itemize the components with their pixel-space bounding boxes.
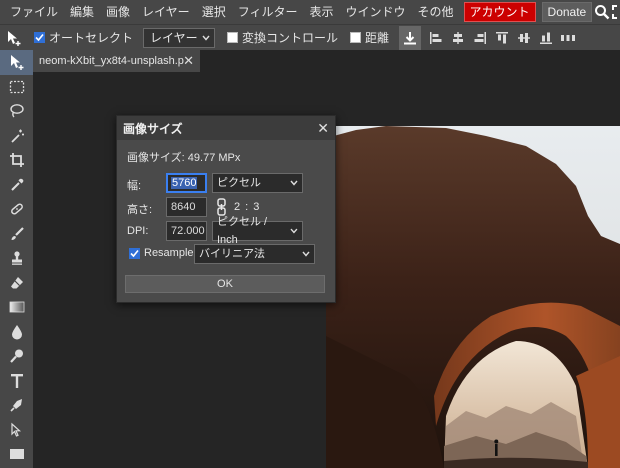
width-unit-select[interactable]: ピクセル — [212, 173, 303, 193]
auto-select-target-value: レイヤー — [150, 31, 198, 45]
menu-view[interactable]: 表示 — [303, 0, 339, 24]
align-center-h-icon[interactable] — [447, 26, 469, 50]
canvas-image[interactable] — [326, 126, 620, 468]
dpi-label: DPI: — [127, 225, 149, 237]
tools-panel — [0, 50, 33, 468]
width-input-value: 5760 — [171, 177, 198, 189]
close-tab-icon[interactable]: ✕ — [183, 53, 194, 69]
dialog-close-icon[interactable]: ✕ — [317, 120, 329, 137]
options-bar: オートセレクト レイヤー 変換コントロール 距離 — [0, 24, 620, 50]
menu-edit[interactable]: 編集 — [64, 0, 100, 24]
document-tab-title: neom-kXbit_yx8t4-unsplash.p — [39, 55, 184, 67]
align-middle-v-icon[interactable] — [513, 26, 535, 50]
lasso-tool-icon[interactable] — [0, 99, 33, 124]
dpi-input[interactable]: 72.000 — [166, 221, 207, 241]
chevron-down-icon — [290, 180, 298, 186]
menubar: ファイル 編集 画像 レイヤー 選択 フィルター 表示 ウインドウ その他 アカ… — [0, 0, 620, 24]
blur-tool-icon[interactable] — [0, 320, 33, 345]
menu-select[interactable]: 選択 — [196, 0, 232, 24]
menu-layer[interactable]: レイヤー — [136, 0, 196, 24]
text-tool-icon[interactable] — [0, 369, 33, 394]
distance-label: 距離 — [365, 31, 390, 45]
width-label: 幅: — [127, 180, 142, 192]
ok-button[interactable]: OK — [125, 275, 325, 293]
aspect-ratio: 2 : 3 — [234, 201, 261, 213]
account-button[interactable]: アカウント — [463, 2, 536, 22]
eraser-tool-icon[interactable] — [0, 271, 33, 296]
chevron-down-icon — [290, 228, 298, 234]
marquee-tool-icon[interactable] — [0, 75, 33, 100]
transform-controls-check[interactable] — [227, 32, 239, 43]
align-right-icon[interactable] — [469, 26, 491, 50]
auto-select-checkbox[interactable]: オートセレクト — [34, 29, 133, 46]
dpi-input-value: 72.000 — [171, 225, 205, 237]
distance-checkbox[interactable]: 距離 — [350, 29, 389, 46]
resample-method-value: バイリニア法 — [199, 248, 265, 260]
rectangle-tool-icon[interactable] — [0, 442, 33, 467]
menu-more[interactable]: その他 — [412, 0, 460, 24]
move-tool-icon[interactable] — [0, 50, 33, 75]
auto-select-target-select[interactable]: レイヤー — [143, 27, 216, 48]
height-label: 高さ: — [127, 204, 153, 216]
dialog-title: 画像サイズ — [117, 116, 335, 140]
dodge-tool-icon[interactable] — [0, 344, 33, 369]
menu-file[interactable]: ファイル — [4, 0, 64, 24]
eyedropper-tool-icon[interactable] — [0, 173, 33, 198]
healing-tool-icon[interactable] — [0, 197, 33, 222]
donate-button[interactable]: Donate — [541, 2, 593, 22]
resample-method-select[interactable]: バイリニア法 — [194, 244, 315, 264]
resample-check[interactable] — [129, 247, 140, 259]
transform-controls-checkbox[interactable]: 変換コントロール — [227, 29, 338, 46]
distribute-icon[interactable] — [557, 26, 579, 50]
menu-filter[interactable]: フィルター — [232, 0, 304, 24]
menu-image[interactable]: 画像 — [100, 0, 136, 24]
auto-select-check[interactable] — [34, 32, 45, 43]
align-top-icon[interactable] — [491, 26, 513, 50]
align-left-icon[interactable] — [425, 26, 447, 50]
dpi-unit-select[interactable]: ピクセル / Inch — [212, 216, 303, 246]
width-input[interactable]: 5760 — [166, 173, 207, 193]
chevron-down-icon — [202, 35, 210, 41]
pen-tool-icon[interactable] — [0, 393, 33, 418]
clone-stamp-tool-icon[interactable] — [0, 246, 33, 271]
document-tab[interactable]: neom-kXbit_yx8t4-unsplash.p ✕ — [33, 50, 200, 72]
download-icon[interactable] — [399, 25, 422, 50]
fullscreen-icon[interactable] — [612, 0, 620, 24]
chevron-down-icon — [302, 251, 310, 257]
menu-window[interactable]: ウインドウ — [339, 0, 411, 24]
auto-select-label: オートセレクト — [49, 31, 134, 45]
width-unit-value: ピクセル — [217, 177, 261, 189]
resample-checkbox[interactable]: Resample — [129, 247, 194, 259]
transform-controls-label: 変換コントロール — [242, 31, 339, 45]
image-size-info: 画像サイズ: 49.77 MPx — [127, 152, 241, 164]
resample-label: Resample — [144, 247, 194, 259]
gradient-tool-icon[interactable] — [0, 295, 33, 320]
crop-tool-icon[interactable] — [0, 148, 33, 173]
search-icon[interactable] — [594, 0, 610, 24]
height-input-value: 8640 — [171, 201, 196, 213]
magic-wand-tool-icon[interactable] — [0, 124, 33, 149]
move-tool-indicator-icon — [0, 25, 28, 51]
distance-check[interactable] — [350, 32, 362, 43]
align-bottom-icon[interactable] — [535, 26, 557, 50]
height-input[interactable]: 8640 — [166, 197, 207, 217]
path-select-tool-icon[interactable] — [0, 418, 33, 443]
brush-tool-icon[interactable] — [0, 222, 33, 247]
